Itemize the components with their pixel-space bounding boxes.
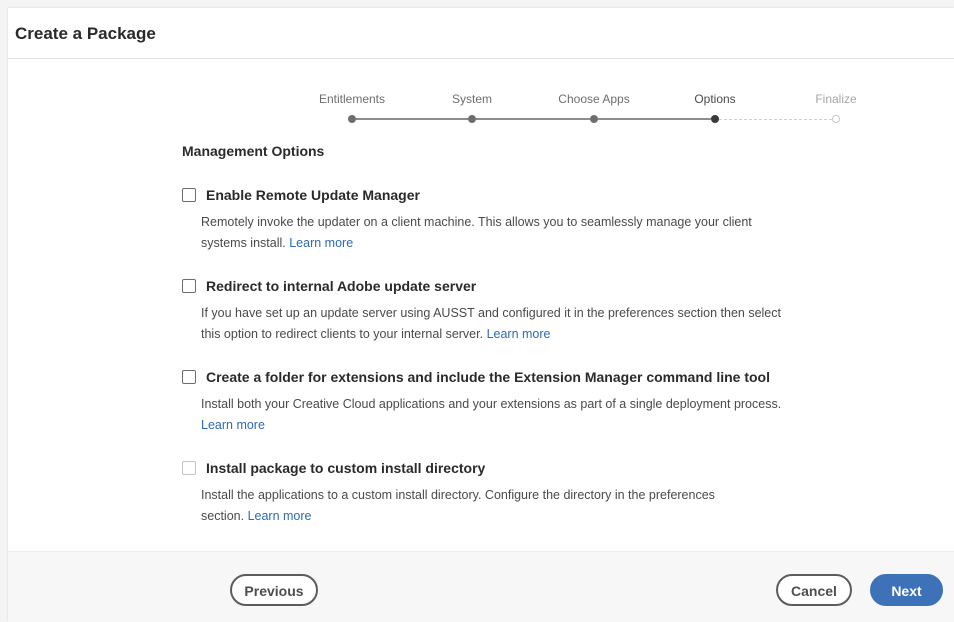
step-label-options: Options xyxy=(694,92,736,106)
option-description: Install the applications to a custom ins… xyxy=(201,485,821,527)
step-dot-choose-apps xyxy=(590,115,598,123)
step-label-finalize: Finalize xyxy=(815,92,857,106)
option-description-line2: systems install. xyxy=(201,236,290,250)
step-label-system: System xyxy=(451,92,493,106)
step-label-entitlements: Entitlements xyxy=(318,92,386,106)
create-package-dialog: Create a Package Entitlements System Cho… xyxy=(8,8,954,622)
option-description-line2: section. xyxy=(201,509,248,523)
learn-more-link[interactable]: Learn more xyxy=(487,327,551,341)
learn-more-link[interactable]: Learn more xyxy=(248,509,312,523)
step-dot-finalize xyxy=(832,115,840,123)
dialog-title: Create a Package xyxy=(15,24,156,43)
step-dot-entitlements xyxy=(348,115,356,123)
option-description: Remotely invoke the updater on a client … xyxy=(201,212,821,254)
option-description-line1: Install the applications to a custom ins… xyxy=(201,488,715,502)
step-label-choose-apps: Choose Apps xyxy=(558,92,630,106)
step-connector xyxy=(476,118,590,120)
dialog-header: Create a Package xyxy=(8,8,954,59)
step-connector xyxy=(356,118,468,120)
option-description-line1: Remotely invoke the updater on a client … xyxy=(201,215,752,229)
learn-more-link[interactable]: Learn more xyxy=(201,418,265,432)
option-description-line1: If you have set up an update server usin… xyxy=(201,306,781,320)
option-label: Install package to custom install direct… xyxy=(206,460,486,476)
step-dot-options xyxy=(711,115,719,123)
dialog-footer: Previous Cancel Next xyxy=(8,551,954,622)
option-label: Create a folder for extensions and inclu… xyxy=(206,369,770,385)
option-label: Redirect to internal Adobe update server xyxy=(206,278,477,294)
extensions-folder-checkbox[interactable] xyxy=(182,370,196,384)
previous-button[interactable]: Previous xyxy=(230,574,318,606)
section-title: Management Options xyxy=(182,143,325,159)
cancel-button[interactable]: Cancel xyxy=(776,574,852,606)
progress-stepper: Entitlements System Choose Apps Options … xyxy=(300,92,860,132)
next-button[interactable]: Next xyxy=(870,574,943,606)
step-dot-system xyxy=(468,115,476,123)
custom-install-directory-checkbox[interactable] xyxy=(182,461,196,475)
remote-update-manager-checkbox[interactable] xyxy=(182,188,196,202)
learn-more-link[interactable]: Learn more xyxy=(289,236,353,250)
option-description-line1: Install both your Creative Cloud applica… xyxy=(201,397,782,411)
option-description-line2: this option to redirect clients to your … xyxy=(201,327,487,341)
step-connector xyxy=(598,118,711,120)
redirect-update-server-checkbox[interactable] xyxy=(182,279,196,293)
step-connector-pending xyxy=(719,119,832,120)
option-label: Enable Remote Update Manager xyxy=(206,187,420,203)
option-description: Install both your Creative Cloud applica… xyxy=(201,394,821,436)
option-description: If you have set up an update server usin… xyxy=(201,303,821,345)
